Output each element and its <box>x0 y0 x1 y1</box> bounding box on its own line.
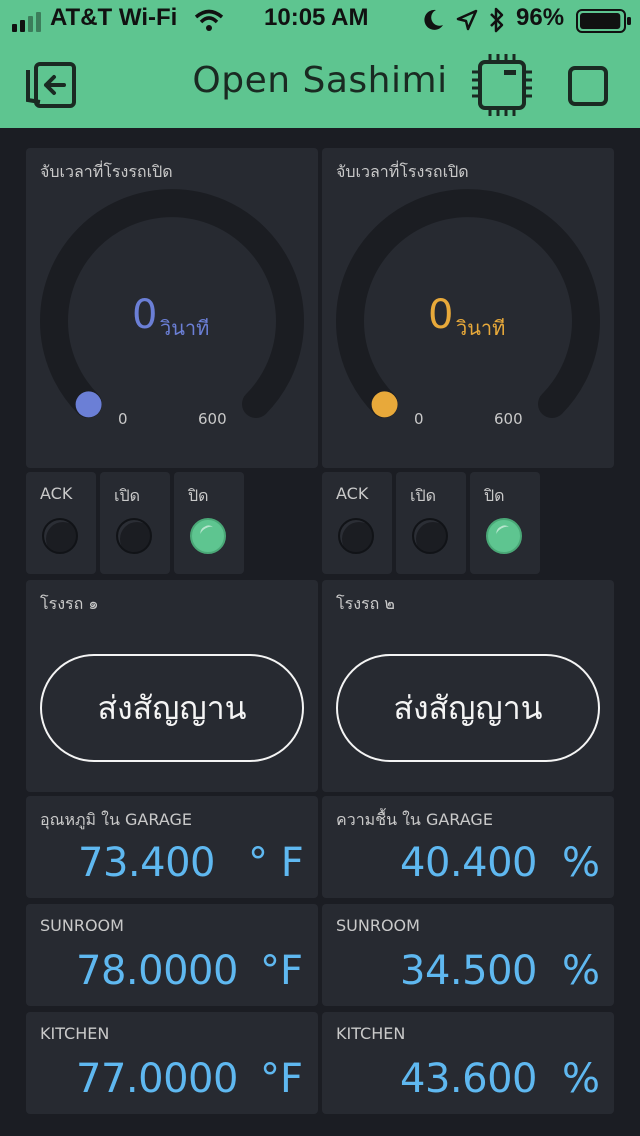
reading-unit: °F <box>260 1056 304 1102</box>
reading-label: ความชื้น ใน GARAGE <box>336 810 493 829</box>
page-title: Open Sashimi <box>192 60 448 101</box>
gauge-card-2: จับเวลาที่โรงรถเปิด 0 วินาที 0 600 <box>322 148 614 468</box>
reading-unit: °F <box>260 948 304 994</box>
led-indicator <box>412 518 448 554</box>
reading-label: SUNROOM <box>40 916 124 935</box>
gauge-dial[interactable] <box>26 148 318 468</box>
reading-unit: % <box>562 840 601 886</box>
reading-value: 34.500 <box>400 948 537 994</box>
gauge-max: 600 <box>198 410 227 428</box>
reading-value: 78.0000 <box>76 948 238 994</box>
led-indicator <box>42 518 78 554</box>
reading-value: 43.600 <box>400 1056 537 1102</box>
led-label: ปิด <box>484 486 505 505</box>
led-label: เปิด <box>410 486 437 505</box>
carrier-label: AT&T Wi-Fi <box>50 4 178 31</box>
led-open-2: เปิด <box>396 472 466 574</box>
app-header: Open Sashimi <box>0 40 640 128</box>
button-card-label: โรงรถ ๑ <box>40 594 99 613</box>
moon-icon <box>424 9 444 35</box>
reading-label: SUNROOM <box>336 916 420 935</box>
status-bar: AT&T Wi-Fi 10:05 AM 96% <box>0 0 640 40</box>
reading-unit: ° F <box>248 840 304 886</box>
bluetooth-icon <box>488 7 506 37</box>
led-indicator <box>338 518 374 554</box>
gauge-value: 0 <box>428 292 454 338</box>
button-card-label: โรงรถ ๒ <box>336 594 395 613</box>
send-signal-button[interactable]: ส่งสัญญาน <box>40 654 304 762</box>
reading-value: 40.400 <box>400 840 537 886</box>
led-label: เปิด <box>114 486 141 505</box>
battery-percent: 96% <box>516 4 565 31</box>
reading-label: KITCHEN <box>40 1024 110 1043</box>
gauge-card-1: จับเวลาที่โรงรถเปิด 0 วินาที 0 600 <box>26 148 318 468</box>
led-label: ACK <box>336 484 369 503</box>
reading-card-sunroom-temp: SUNROOM 78.0000 °F <box>26 904 318 1006</box>
clock: 10:05 AM <box>264 4 369 31</box>
reading-card-sunroom-humidity: SUNROOM 34.500 % <box>322 904 614 1006</box>
battery-icon <box>576 9 632 37</box>
led-label: ปิด <box>188 486 209 505</box>
led-label: ACK <box>40 484 73 503</box>
reading-card-kitchen-humidity: KITCHEN 43.600 % <box>322 1012 614 1114</box>
led-indicator <box>190 518 226 554</box>
gauge-unit: วินาที <box>456 316 506 340</box>
gauge-value: 0 <box>132 292 158 338</box>
send-signal-button[interactable]: ส่งสัญญาน <box>336 654 600 762</box>
led-open-1: เปิด <box>100 472 170 574</box>
gauge-dial[interactable] <box>322 148 614 468</box>
led-close-1: ปิด <box>174 472 244 574</box>
signal-icon <box>12 12 46 36</box>
gauge-unit: วินาที <box>160 316 210 340</box>
led-close-2: ปิด <box>470 472 540 574</box>
led-ack-2: ACK <box>322 472 392 574</box>
reading-card-kitchen-temp: KITCHEN 77.0000 °F <box>26 1012 318 1114</box>
location-arrow-icon <box>456 9 478 35</box>
reading-unit: % <box>562 948 601 994</box>
gauge-min: 0 <box>118 410 128 428</box>
reading-card-garage-humidity: ความชื้น ใน GARAGE 40.400 % <box>322 796 614 898</box>
reading-unit: % <box>562 1056 601 1102</box>
square-icon[interactable] <box>568 66 608 110</box>
led-indicator <box>486 518 522 554</box>
device-chip-icon[interactable] <box>470 54 534 120</box>
wifi-icon <box>194 9 224 35</box>
garage-1-button-card: โรงรถ ๑ ส่งสัญญาน <box>26 580 318 792</box>
led-indicator <box>116 518 152 554</box>
reading-label: อุณหภูมิ ใน GARAGE <box>40 810 192 829</box>
led-ack-1: ACK <box>26 472 96 574</box>
gauge-max: 600 <box>494 410 523 428</box>
reading-value: 73.400 <box>78 840 215 886</box>
reading-value: 77.0000 <box>76 1056 238 1102</box>
gauge-min: 0 <box>414 410 424 428</box>
reading-card-garage-temp: อุณหภูมิ ใน GARAGE 73.400 ° F <box>26 796 318 898</box>
reading-label: KITCHEN <box>336 1024 406 1043</box>
garage-2-button-card: โรงรถ ๒ ส่งสัญญาน <box>322 580 614 792</box>
